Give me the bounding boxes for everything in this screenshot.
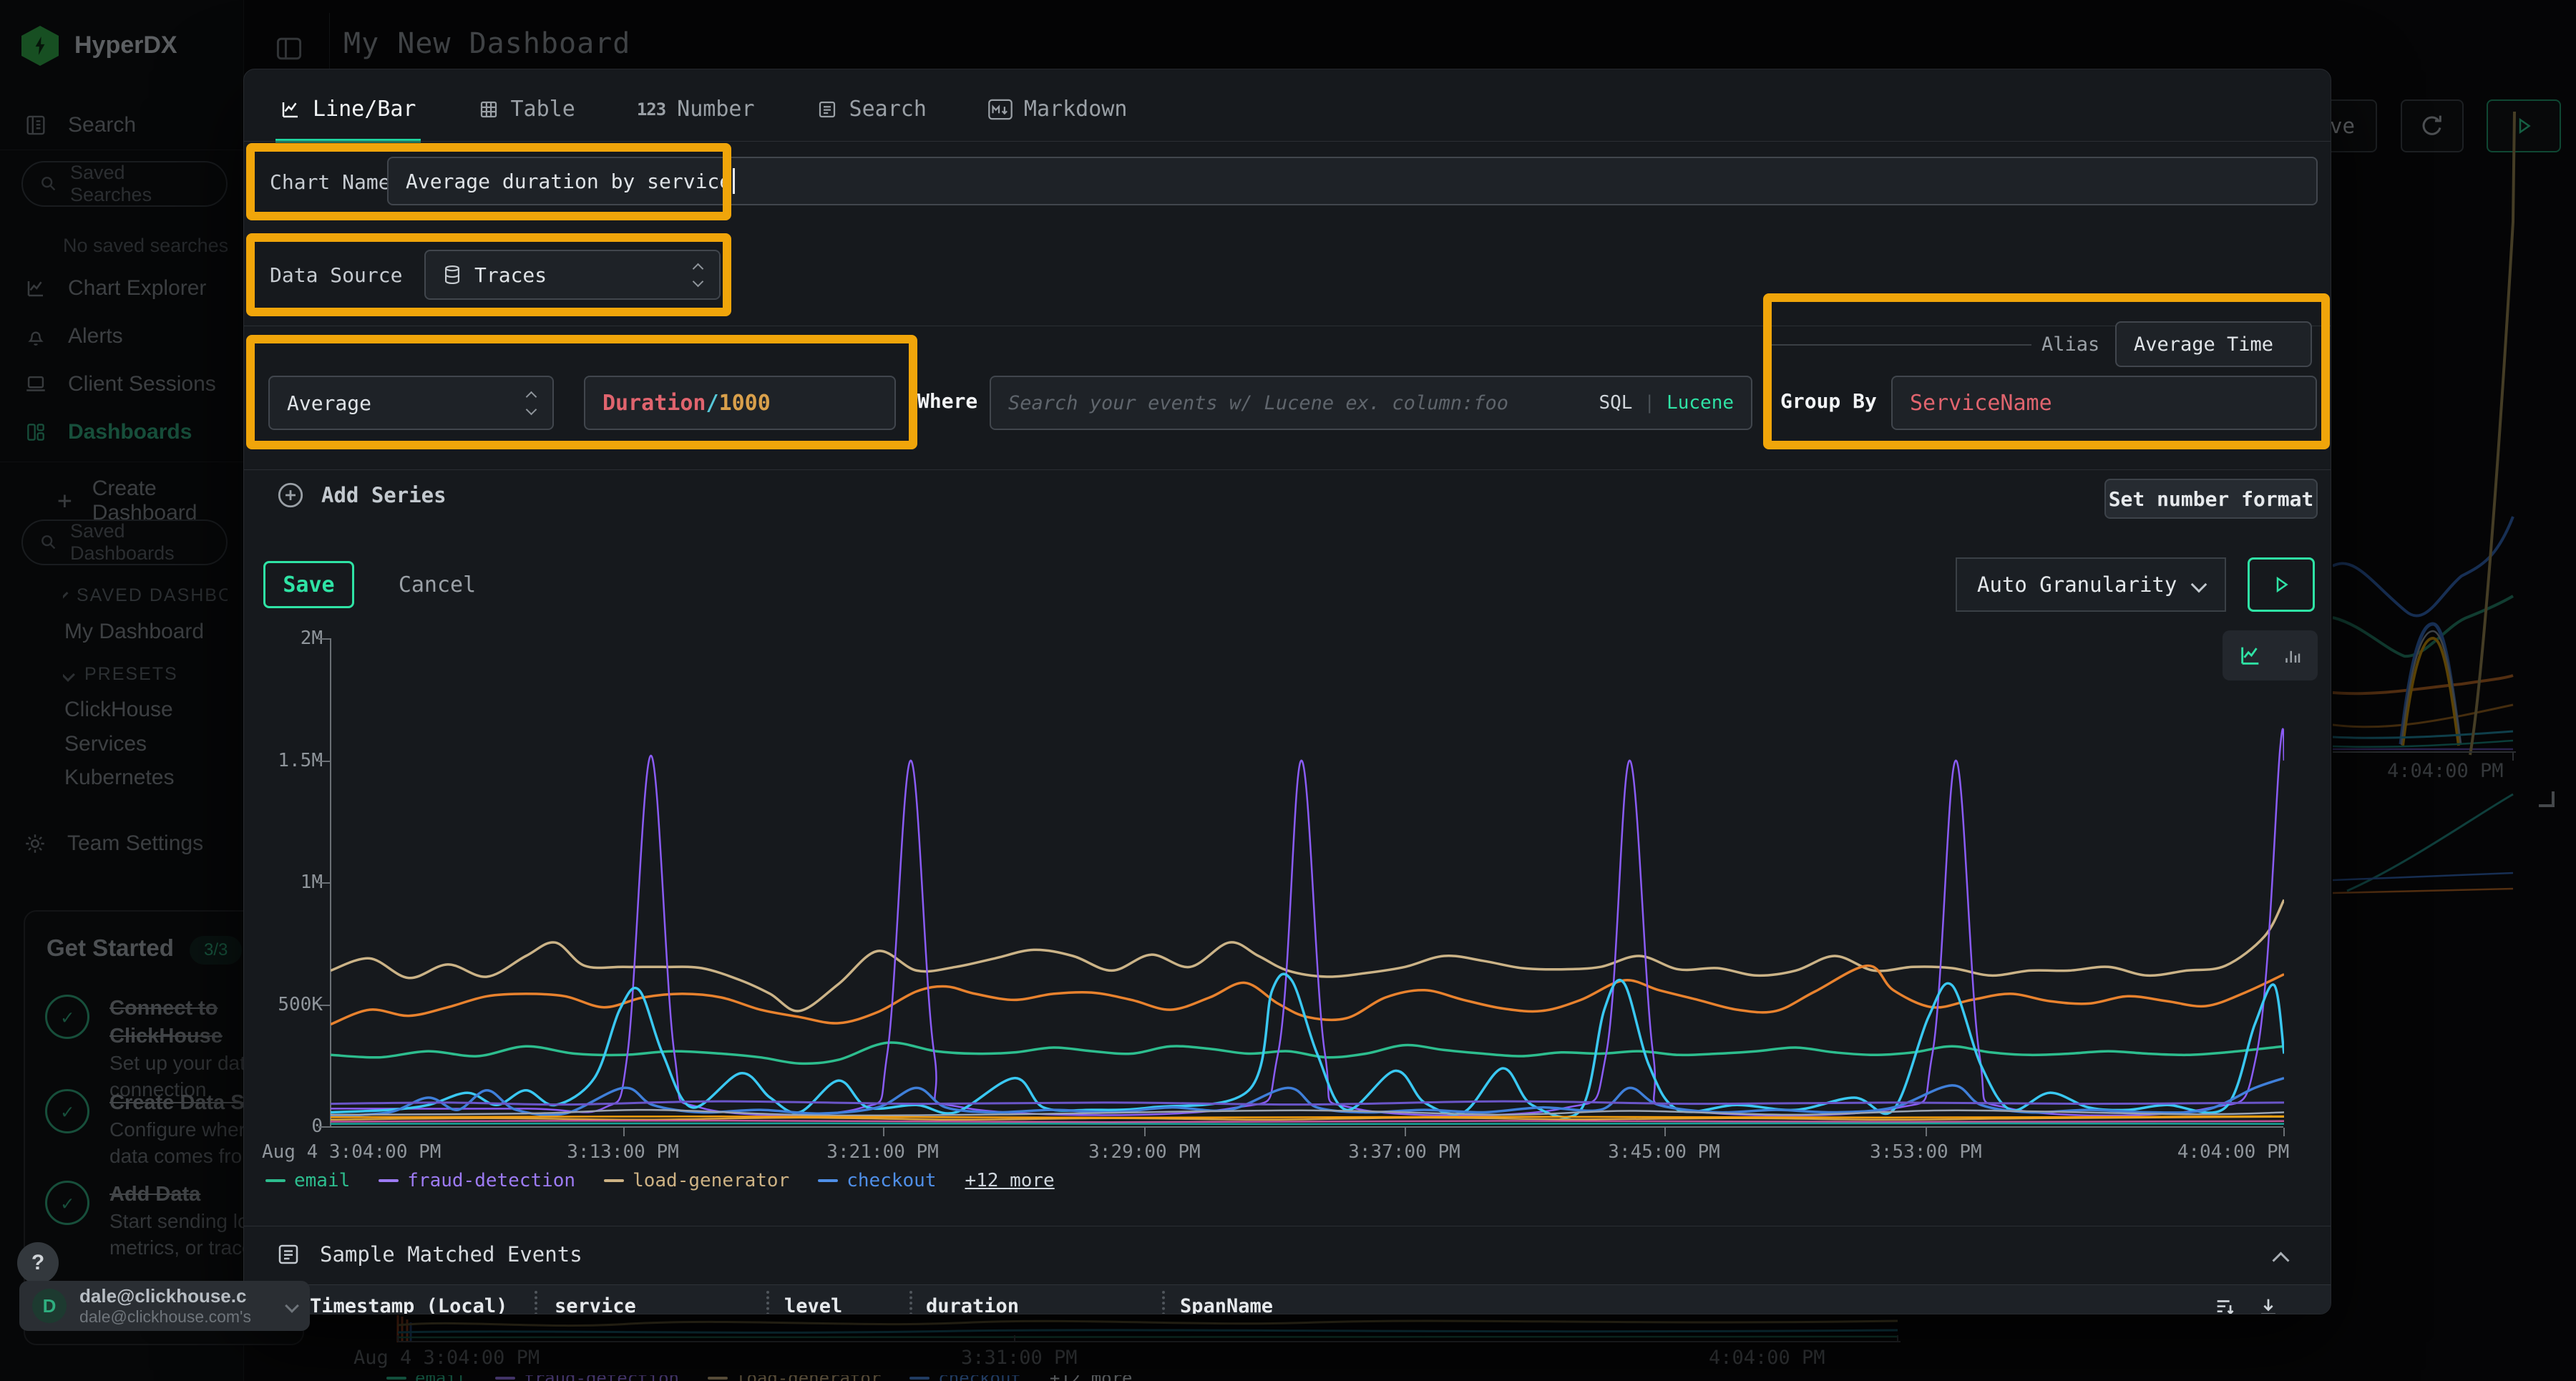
where-label: Where [917, 389, 977, 413]
y-axis-tick [318, 1005, 330, 1006]
x-axis-tick-label: 3:53:00 PM [1870, 1141, 1982, 1163]
x-axis-tick-label: 3:21:00 PM [826, 1141, 939, 1163]
x-axis-tick-label: 3:37:00 PM [1348, 1141, 1460, 1163]
collapse-section-icon[interactable] [2272, 1251, 2289, 1269]
tab-number[interactable]: 123Number [633, 87, 759, 139]
chevron-down-icon [2191, 577, 2207, 593]
tab-table[interactable]: Table [474, 87, 580, 139]
annotation-data-source [246, 233, 731, 316]
y-axis-tick [318, 1126, 330, 1128]
column-header-spanname[interactable]: SpanName [1180, 1295, 1273, 1314]
sample-events-header: Sample Matched Events [275, 1241, 582, 1267]
sample-events-title: Sample Matched Events [320, 1242, 582, 1267]
series-teal [331, 1123, 2284, 1124]
y-axis-tick-label: 0 [258, 1116, 323, 1137]
x-axis-tick [2283, 1128, 2285, 1136]
bar-chart-icon[interactable] [2281, 645, 2303, 666]
divider [244, 469, 2331, 470]
user-menu[interactable]: D dale@clickhouse.c dale@clickhouse.com'… [19, 1281, 310, 1331]
legend-dash [818, 1179, 838, 1182]
x-axis-tick [1144, 1128, 1146, 1136]
play-icon [2270, 574, 2292, 595]
sql-mode-toggle[interactable]: SQL [1599, 392, 1632, 414]
annotation-aggregation [246, 335, 917, 449]
y-axis-tick-label: 1.5M [258, 750, 323, 771]
annotation-chart-name [246, 143, 731, 220]
markdown-icon [988, 99, 1013, 120]
events-table-header: Timestamp (Local) service level duration Spa… [244, 1284, 2331, 1314]
filter-icon[interactable] [2213, 1295, 2238, 1314]
legend-dash [265, 1179, 286, 1182]
y-axis-tick [318, 761, 330, 762]
plus-circle-icon [275, 480, 306, 510]
series-load-generator [331, 899, 2284, 1011]
help-button[interactable]: ? [17, 1242, 59, 1284]
series-orange2 [331, 1116, 2284, 1118]
where-input[interactable]: Search your events w/ Lucene ex. column:… [990, 376, 1752, 430]
x-axis-tick [1405, 1128, 1406, 1136]
x-axis-tick-label: Aug 4 3:04:00 PM [262, 1141, 441, 1163]
run-chart-button[interactable] [2248, 557, 2315, 612]
y-axis-tick-label: 2M [258, 628, 323, 649]
set-number-format-button[interactable]: Set number format [2104, 479, 2318, 519]
legend-dash [379, 1179, 399, 1182]
x-axis-tick [1664, 1128, 1666, 1136]
granularity-select[interactable]: Auto Granularity [1956, 557, 2226, 612]
text-cursor [733, 168, 735, 194]
num123-icon: 123 [637, 99, 665, 119]
column-separator [766, 1291, 769, 1314]
user-name: dale@clickhouse.c [79, 1286, 251, 1307]
tab-markdown[interactable]: Markdown [984, 87, 1132, 139]
column-header-timestamp-local-[interactable]: Timestamp (Local) [310, 1295, 507, 1314]
legend-item-checkout[interactable]: checkout [818, 1170, 936, 1191]
column-separator [535, 1291, 537, 1314]
legend-more-link[interactable]: +12 more [965, 1170, 1054, 1191]
series-email [331, 1043, 2284, 1063]
y-axis-tick [318, 882, 330, 884]
annotation-group-by [1763, 293, 2330, 449]
tab-line-bar[interactable]: Line/Bar [275, 87, 421, 142]
series-magenta [331, 1121, 2284, 1122]
legend-item-fraud-detection[interactable]: fraud-detection [379, 1170, 575, 1191]
x-axis-tick [1926, 1128, 1927, 1136]
chart-legend: email fraud-detection load-generator che… [265, 1170, 1055, 1191]
cancel-button[interactable]: Cancel [387, 561, 487, 608]
column-separator [909, 1291, 912, 1314]
add-series-button[interactable]: Add Series [275, 480, 447, 510]
x-axis-tick-label: 3:13:00 PM [567, 1141, 679, 1163]
avatar: D [32, 1289, 67, 1323]
list-icon [275, 1241, 301, 1267]
x-axis-tick-label: 3:45:00 PM [1608, 1141, 1720, 1163]
column-separator [1162, 1291, 1165, 1314]
x-axis-tick-label: 3:29:00 PM [1088, 1141, 1201, 1163]
legend-dash [604, 1179, 624, 1182]
chevron-down-icon [285, 1299, 299, 1313]
download-icon[interactable] [2256, 1295, 2280, 1314]
y-axis-tick-label: 1M [258, 872, 323, 893]
save-button[interactable]: Save [263, 561, 354, 608]
chart-line-icon [280, 99, 301, 120]
legend-item-load-generator[interactable]: load-generator [604, 1170, 789, 1191]
column-header-service[interactable]: service [555, 1295, 636, 1314]
lucene-mode-toggle[interactable]: Lucene [1667, 392, 1734, 414]
series-slate [331, 1110, 2284, 1116]
table-icon [478, 99, 499, 120]
x-axis-tick [883, 1128, 884, 1136]
legend-item-email[interactable]: email [265, 1170, 350, 1191]
user-subtitle: dale@clickhouse.com's [79, 1307, 251, 1326]
divider [244, 141, 2331, 142]
list-icon [816, 99, 838, 120]
y-axis-tick [318, 638, 330, 640]
series-fraud-detection [331, 729, 2284, 1116]
editor-tabs: Line/BarTable123NumberSearchMarkdown [275, 87, 1131, 138]
chart-plot [331, 638, 2284, 1127]
tab-search[interactable]: Search [812, 87, 931, 139]
x-axis-tick-label: 4:04:00 PM [2177, 1141, 2290, 1163]
x-axis-tick [623, 1128, 625, 1136]
app-root: My New Dashboard Save 4:04:00 PM [0, 0, 2576, 1381]
y-axis-tick-label: 500K [258, 994, 323, 1015]
column-header-level[interactable]: level [784, 1295, 842, 1314]
column-header-duration[interactable]: duration [926, 1295, 1019, 1314]
